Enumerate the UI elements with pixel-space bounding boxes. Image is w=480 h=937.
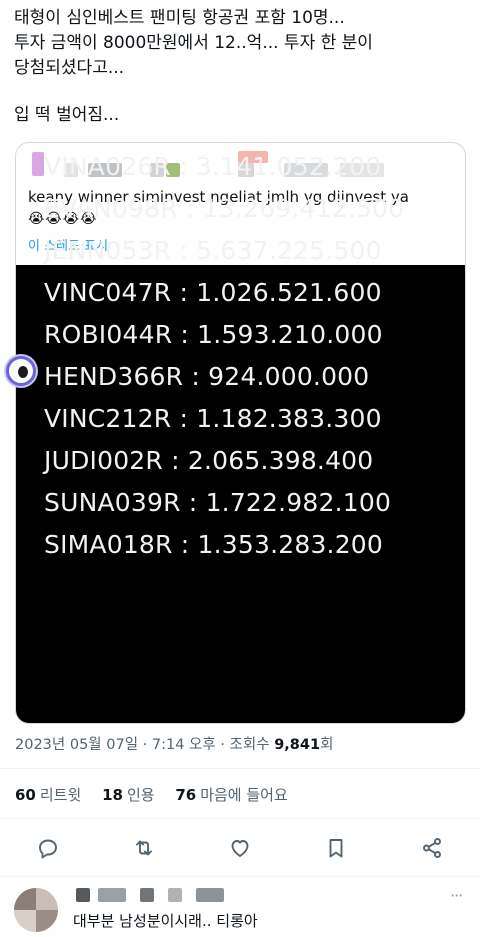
redacted-avatar (32, 152, 44, 176)
winner-row: JENN053R : 5.637.225.500 (44, 236, 382, 265)
like-count-link[interactable]: 76 마음에 들어요 (175, 786, 303, 804)
tweet-line: 투자 금액이 8000만원에서 12..억... 투자 한 분이 (14, 33, 373, 53)
redacted-username (168, 888, 182, 902)
retweet-count: 60 (15, 786, 36, 804)
avatar[interactable] (14, 888, 58, 932)
winner-row: VINC212R : 1.182.383.300 (44, 404, 382, 433)
winner-row: HEND366R : 924.000.000 (44, 362, 370, 391)
like-label: 마음에 들어요 (200, 786, 288, 804)
divider (0, 768, 480, 769)
quote-count-link[interactable]: 18 인용 (102, 786, 170, 804)
reply-item[interactable]: ··· 대부분 남성분이시래.. 티롱아 (0, 882, 480, 937)
tweet-datetime: 2023년 05월 07일 · 7:14 오후 · 조회수 (15, 737, 275, 753)
retweet-icon[interactable] (132, 836, 156, 860)
winner-row: SUNA039R : 1.722.982.100 (44, 488, 392, 517)
retweet-label: 리트윗 (39, 786, 82, 804)
tweet-meta: 2023년 05월 07일 · 7:14 오후 · 조회수 9,841회 (15, 733, 333, 754)
like-icon[interactable] (228, 836, 252, 860)
redacted-username (76, 888, 90, 902)
winner-row: EVAN098R : 13.269.412.500 (44, 194, 405, 223)
divider (0, 876, 480, 877)
more-options-icon[interactable]: ··· (450, 886, 463, 905)
redacted-username (140, 888, 154, 902)
tweet-line: 입 떡 벌어짐... (14, 105, 120, 125)
winner-row: VINA026R : 3.141.052.200 (44, 152, 382, 181)
winner-row: ROBI044R : 1.593.210.000 (44, 320, 383, 349)
action-bar (0, 830, 480, 866)
tweet-text: 태형이 심인베스트 팬미팅 항공권 포함 10명... 투자 금액이 8000만… (14, 6, 466, 128)
winner-row: JUDI002R : 2.065.398.400 (44, 446, 374, 475)
bookmark-icon[interactable] (324, 836, 348, 860)
tweet-stats: 60 리트윗 18 인용 76 마음에 들어요 (15, 784, 304, 805)
redacted-username (98, 888, 126, 902)
view-count-suffix: 회 (320, 737, 334, 753)
winner-row: VINC047R : 1.026.521.600 (44, 278, 382, 307)
reply-icon[interactable] (36, 836, 60, 860)
quote-count: 18 (102, 786, 123, 804)
winner-row: SIMA018R : 1.353.283.200 (44, 530, 384, 559)
winners-list: VINA026R : 3.141.052.200 EVAN098R : 13.2… (44, 146, 404, 566)
floating-assistant-icon[interactable] (6, 356, 36, 386)
like-count: 76 (175, 786, 197, 804)
share-icon[interactable] (420, 836, 444, 860)
reply-text: 대부분 남성분이시래.. 티롱아 (73, 912, 258, 930)
redacted-username (196, 888, 224, 902)
view-count: 9,841 (274, 737, 321, 753)
retweet-count-link[interactable]: 60 리트윗 (15, 786, 97, 804)
tweet-line: 태형이 심인베스트 팬미팅 항공권 포함 10명... (14, 8, 345, 28)
tweet-line: 당첨되셨다고... (14, 58, 125, 78)
divider (0, 818, 480, 819)
quote-label: 인용 (126, 786, 155, 804)
